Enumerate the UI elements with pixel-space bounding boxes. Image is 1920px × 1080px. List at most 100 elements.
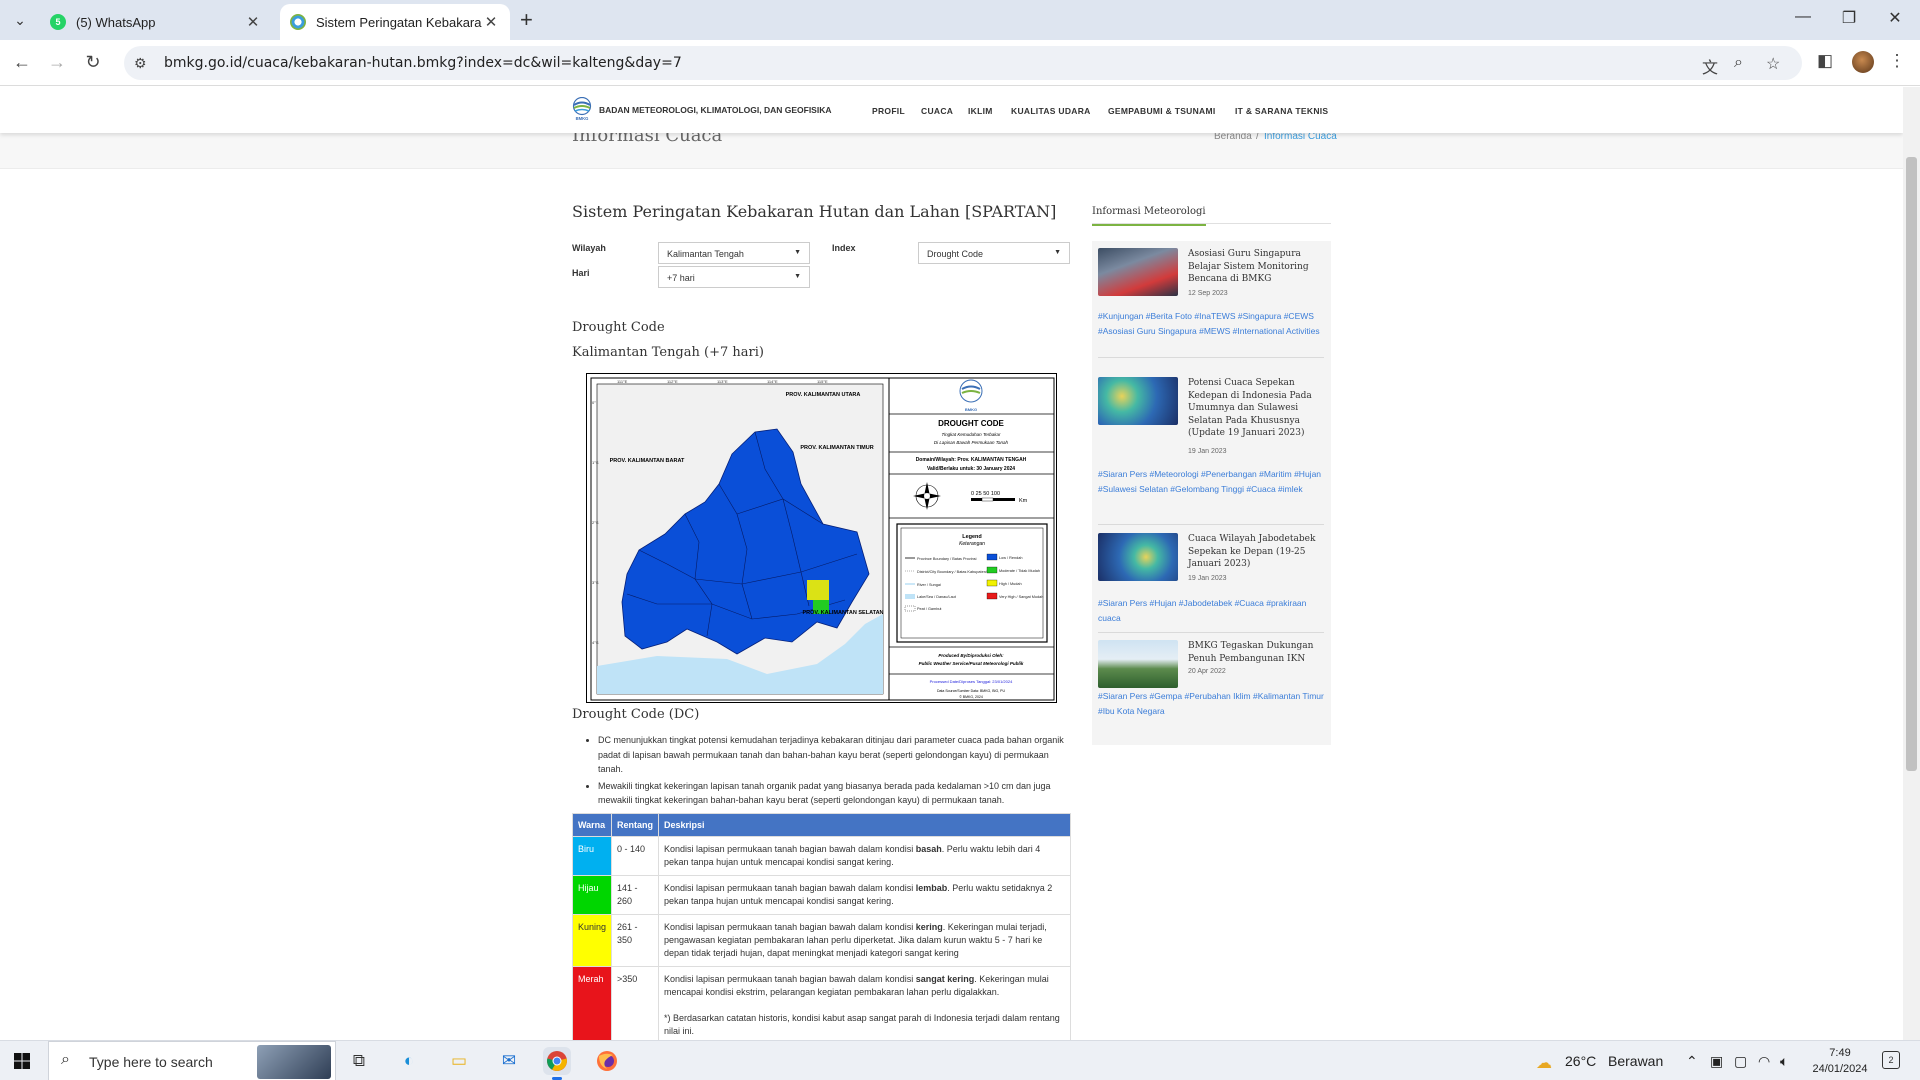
map-processed: Processed Date/Diproses Tanggal: 23/01/2… [930,679,1013,684]
range-cell: 261 - 350 [611,914,660,967]
search-icon: ⌕ [61,1051,70,1068]
close-tab-icon[interactable]: ✕ [482,13,500,31]
col-header: Rentang [611,813,660,837]
news-item[interactable]: Cuaca Wilayah Jabodetabek Sepekan ke Dep… [1098,533,1324,633]
news-title[interactable]: Asosiasi Guru Singapura Belajar Sistem M… [1188,248,1324,286]
nav-kualitas-udara[interactable]: KUALITAS UDARA [1011,106,1091,116]
subtitle-region: Kalimantan Tengah (+7 hari) [572,345,764,360]
firefox-icon[interactable] [593,1047,621,1075]
prov-label: PROV. KALIMANTAN TIMUR [800,445,873,451]
index-select[interactable]: Drought Code ▼ [918,242,1070,264]
divider [1092,223,1331,224]
weather-temp[interactable]: 26°C [1565,1053,1596,1069]
system-clock[interactable]: 7:49 24/01/2024 [1810,1045,1870,1077]
legend-item: Peat / Gambut [917,607,942,611]
volume-icon[interactable]: 🔈︎ [1780,1053,1788,1070]
nav-cuaca[interactable]: CUACA [921,106,953,116]
chrome-icon[interactable] [543,1047,571,1080]
grid-lat-label: 4°S [592,640,599,645]
task-view-icon[interactable]: ⧉ [345,1047,373,1075]
restore-icon[interactable]: ❐ [1826,8,1872,28]
minimize-icon[interactable]: — [1780,8,1826,26]
hari-select[interactable]: +7 hari ▼ [658,266,810,288]
file-explorer-icon[interactable]: ▭ [445,1047,473,1075]
dc-table: Warna Rentang Deskripsi Biru 0 - 140 Kon… [571,813,1071,1040]
news-thumbnail[interactable] [1098,640,1178,688]
browser-toolbar: ← → ↻ ⚙ bmkg.go.id/cuaca/kebakaran-hutan… [0,40,1920,86]
wilayah-value: Kalimantan Tengah [667,249,744,259]
table-row: Biru 0 - 140 Kondisi lapisan permukaan t… [571,836,1071,876]
bookmark-star-icon[interactable]: ☆ [1766,54,1780,74]
news-thumbnail[interactable] [1098,248,1178,296]
range-cell: >350 [611,966,660,1040]
close-window-icon[interactable]: ✕ [1872,8,1918,28]
nav-gempabumi[interactable]: GEMPABUMI & TSUNAMI [1108,106,1216,116]
tab-bmkg[interactable]: Sistem Peringatan Kebakaran H ✕ [280,4,510,40]
map-produced: Produced By/Diproduksi Oleh: [938,653,1004,658]
site-header: BMKG BADAN METEOROLOGI, KLIMATOLOGI, DAN… [0,87,1903,133]
weather-cloud-icon[interactable]: ☁ [1536,1053,1552,1073]
tab-search-chevron-icon[interactable]: ⌄ [8,8,32,32]
color-swatch: Biru [571,836,613,876]
address-bar[interactable]: ⚙ bmkg.go.id/cuaca/kebakaran-hutan.bmkg?… [124,46,1802,80]
more-menu-icon[interactable]: ⋮ [1886,51,1908,71]
news-tags[interactable]: #Siaran Pers #Hujan #Jabodetabek #Cuaca … [1098,596,1324,626]
note-item: DC menunjukkan tingkat potensi kemudahan… [598,733,1068,777]
chevron-up-icon[interactable]: ⌃ [1686,1053,1698,1070]
wilayah-select[interactable]: Kalimantan Tengah ▼ [658,242,810,264]
translate-icon[interactable]: 文 [1702,54,1718,78]
news-date: 12 Sep 2023 [1188,290,1228,297]
news-title[interactable]: Cuaca Wilayah Jabodetabek Sepekan ke Dep… [1188,533,1324,571]
grid-lat-label: 0° [592,400,596,405]
tab-whatsapp[interactable]: 5 (5) WhatsApp ✕ [40,4,272,40]
weather-text[interactable]: Berawan [1608,1053,1663,1069]
tab-bar: ⌄ 5 (5) WhatsApp ✕ Sistem Peringatan Keb… [0,0,1920,40]
wifi-icon[interactable]: ◠ [1758,1053,1770,1070]
news-tags[interactable]: #Kunjungan #Berita Foto #InaTEWS #Singap… [1098,309,1324,339]
notification-center-icon[interactable]: 2 [1882,1051,1900,1069]
search-highlight-image[interactable] [257,1045,331,1079]
windows-start-icon[interactable] [14,1053,30,1069]
news-item[interactable]: Potensi Cuaca Sepekan Kedepan di Indones… [1098,377,1324,527]
page-scrollbar[interactable] [1903,87,1920,1040]
news-tags[interactable]: #Siaran Pers #Gempa #Perubahan Iklim #Ka… [1098,689,1324,719]
grid-lat-label: 3°S [592,580,599,585]
news-title[interactable]: BMKG Tegaskan Dukungan Penuh Pembangunan… [1188,640,1324,665]
edge-icon[interactable]: ◐ [395,1047,423,1075]
mail-icon[interactable]: ✉ [495,1047,523,1075]
map-subtitle: Di Lapisan Bawah Permukaan Tanah [934,440,1009,445]
historical-note: *) Berdasarkan catatan historis, kondisi… [664,1013,1060,1036]
news-tags[interactable]: #Siaran Pers #Meteorologi #Penerbangan #… [1098,467,1324,497]
site-brand[interactable]: BADAN METEOROLOGI, KLIMATOLOGI, DAN GEOF… [599,105,832,115]
news-thumbnail[interactable] [1098,533,1178,581]
nav-profil[interactable]: PROFIL [872,106,905,116]
news-title[interactable]: Potensi Cuaca Sepekan Kedepan di Indones… [1188,377,1324,440]
forward-arrow-icon[interactable]: → [45,52,69,73]
zoom-icon[interactable]: ⌕ [1734,54,1743,72]
hari-value: +7 hari [667,273,695,283]
profile-avatar[interactable] [1852,51,1874,73]
nav-it-sarana[interactable]: IT & SARANA TEKNIS [1235,106,1328,116]
taskbar-search[interactable]: ⌕ Type here to search [48,1041,336,1080]
back-arrow-icon[interactable]: ← [10,52,34,73]
meet-now-icon[interactable]: ▣ [1710,1053,1723,1070]
news-thumbnail[interactable] [1098,377,1178,425]
scrollbar-thumb[interactable] [1906,157,1917,771]
news-item[interactable]: BMKG Tegaskan Dukungan Penuh Pembangunan… [1098,640,1324,740]
clock-date: 24/01/2024 [1812,1063,1868,1075]
logo-text: BMKG [576,116,589,121]
bmkg-logo-icon[interactable]: BMKG [572,97,592,121]
close-tab-icon[interactable]: ✕ [244,13,262,31]
dc-heading: Drought Code (DC) [572,707,700,722]
windows-taskbar: ⌕ Type here to search ⧉ ◐ ▭ ✉ ☁ 26°C Ber… [0,1040,1920,1080]
side-panel-icon[interactable]: ◧ [1814,51,1836,71]
col-header: Deskripsi [658,813,1071,837]
divider [1098,632,1324,633]
reload-icon[interactable]: ↻ [81,52,105,73]
display-icon[interactable]: ▢ [1734,1053,1747,1070]
nav-iklim[interactable]: IKLIM [968,106,993,116]
new-tab-plus-icon[interactable]: + [520,9,533,31]
site-info-icon[interactable]: ⚙ [134,55,156,72]
news-item[interactable]: Asosiasi Guru Singapura Belajar Sistem M… [1098,248,1324,358]
news-date: 19 Jan 2023 [1188,448,1227,455]
